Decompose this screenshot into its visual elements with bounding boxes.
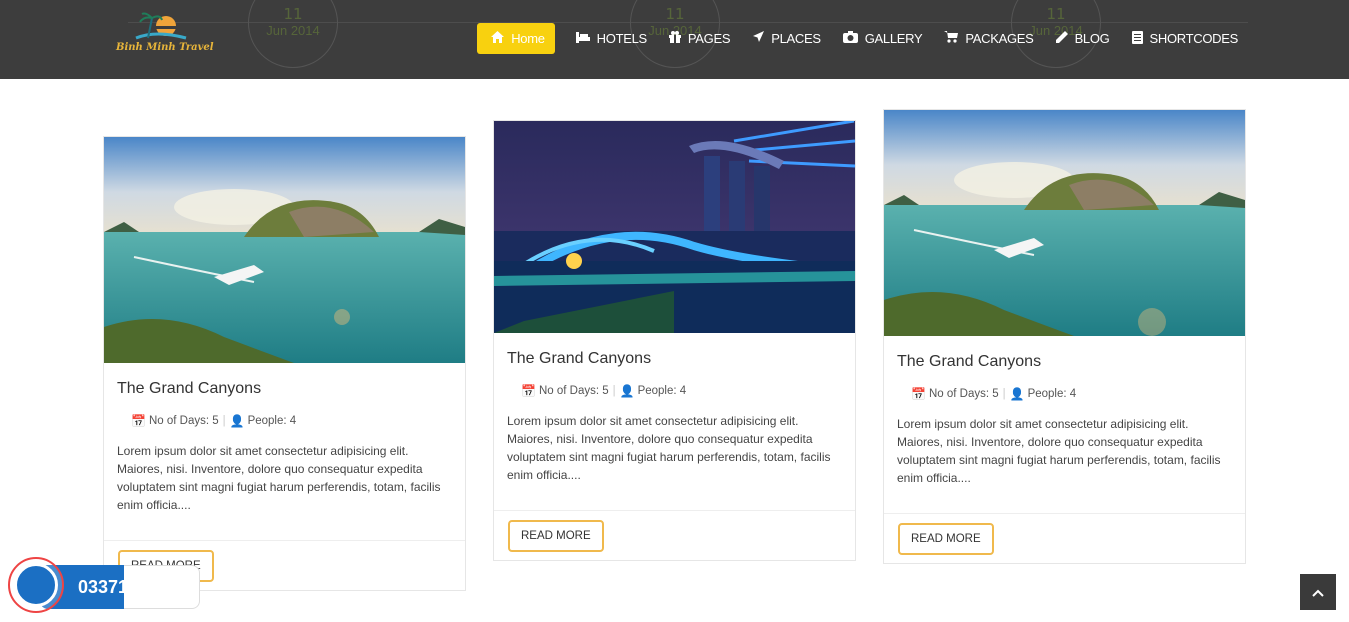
tour-meta: 📅 No of Days: 5 | 👤 People: 4 bbox=[117, 414, 452, 428]
date-day: 11 bbox=[1046, 5, 1066, 23]
calendar-icon: 📅 bbox=[131, 414, 146, 428]
days-label: No of Days: 5 bbox=[538, 385, 609, 397]
date-month: Jun 2014 bbox=[266, 23, 320, 38]
logo-sun-palm-icon bbox=[135, 12, 187, 40]
main-nav: Home HOTELS PAGES PLACES GALLERY PACKAGE… bbox=[477, 23, 1249, 54]
nav-pages[interactable]: PAGES bbox=[658, 23, 741, 54]
days-label: No of Days: 5 bbox=[928, 388, 999, 400]
nav-blog[interactable]: BLOG bbox=[1045, 23, 1121, 54]
nav-label: PLACES bbox=[771, 31, 821, 46]
meta-separator: | bbox=[612, 385, 616, 397]
tour-card: The Grand Canyons 📅 No of Days: 5 | 👤 Pe… bbox=[103, 136, 466, 591]
tour-title[interactable]: The Grand Canyons bbox=[507, 350, 842, 368]
bed-icon bbox=[575, 31, 590, 46]
camera-icon bbox=[842, 31, 858, 46]
site-logo[interactable]: Binh Minh Travel bbox=[116, 8, 214, 58]
card-footer: READ MORE bbox=[494, 510, 855, 560]
nav-label: PAGES bbox=[687, 31, 731, 46]
chevron-up-icon bbox=[1312, 584, 1324, 600]
read-more-button[interactable]: READ MORE bbox=[898, 523, 994, 555]
nav-label: SHORTCODES bbox=[1149, 31, 1239, 46]
user-icon: 👤 bbox=[229, 414, 245, 428]
date-badge: 11 Jun 2014 bbox=[248, 0, 338, 68]
site-header: 11 Jun 2014 11 Jun 2014 11 Jun 2014 Binh… bbox=[0, 0, 1349, 79]
tour-card: The Grand Canyons 📅 No of Days: 5 | 👤 Pe… bbox=[883, 109, 1246, 564]
nav-hotels[interactable]: HOTELS bbox=[565, 23, 658, 54]
tour-photo-bay[interactable] bbox=[104, 137, 465, 363]
nav-packages[interactable]: PACKAGES bbox=[933, 23, 1044, 54]
logo-text: Binh Minh Travel bbox=[116, 42, 214, 53]
tour-card: The Grand Canyons 📅 No of Days: 5 | 👤 Pe… bbox=[493, 120, 856, 561]
gift-icon bbox=[668, 31, 681, 46]
meta-separator: | bbox=[1002, 388, 1006, 400]
call-widget[interactable]: 03371 bbox=[8, 557, 200, 613]
people-label: People: 4 bbox=[637, 385, 687, 397]
calendar-icon: 📅 bbox=[911, 387, 926, 401]
tour-title[interactable]: The Grand Canyons bbox=[117, 380, 452, 398]
meta-separator: | bbox=[222, 415, 226, 427]
nav-home[interactable]: Home bbox=[477, 23, 555, 54]
nav-gallery[interactable]: GALLERY bbox=[832, 23, 934, 54]
nav-label: Home bbox=[511, 31, 545, 46]
user-icon: 👤 bbox=[619, 384, 635, 398]
phone-icon[interactable] bbox=[14, 563, 58, 607]
tour-photo-bay[interactable] bbox=[884, 110, 1245, 336]
tour-photo-city[interactable] bbox=[494, 121, 855, 333]
cart-icon bbox=[944, 31, 959, 46]
nav-shortcodes[interactable]: SHORTCODES bbox=[1121, 23, 1250, 54]
nav-places[interactable]: PLACES bbox=[741, 23, 832, 54]
plane-icon bbox=[752, 31, 765, 46]
tour-description: Lorem ipsum dolor sit amet consectetur a… bbox=[117, 444, 441, 512]
tour-description: Lorem ipsum dolor sit amet consectetur a… bbox=[897, 417, 1221, 485]
calendar-icon: 📅 bbox=[521, 384, 536, 398]
card-footer: READ MORE bbox=[884, 513, 1245, 563]
nav-label: BLOG bbox=[1074, 31, 1110, 46]
nav-label: GALLERY bbox=[864, 31, 923, 46]
days-label: No of Days: 5 bbox=[148, 415, 219, 427]
scroll-top-button[interactable] bbox=[1300, 574, 1336, 610]
tour-description: Lorem ipsum dolor sit amet consectetur a… bbox=[507, 414, 831, 482]
date-day: 11 bbox=[665, 5, 685, 23]
user-icon: 👤 bbox=[1009, 387, 1025, 401]
nav-label: PACKAGES bbox=[965, 31, 1034, 46]
tour-meta: 📅 No of Days: 5 | 👤 People: 4 bbox=[897, 387, 1232, 401]
people-label: People: 4 bbox=[247, 415, 297, 427]
nav-label: HOTELS bbox=[596, 31, 648, 46]
date-day: 11 bbox=[283, 5, 303, 23]
tour-title[interactable]: The Grand Canyons bbox=[897, 353, 1232, 371]
list-icon bbox=[1131, 30, 1143, 47]
pencil-icon bbox=[1055, 31, 1068, 46]
people-label: People: 4 bbox=[1027, 388, 1077, 400]
home-icon bbox=[491, 31, 505, 46]
tour-meta: 📅 No of Days: 5 | 👤 People: 4 bbox=[507, 384, 842, 398]
read-more-button[interactable]: READ MORE bbox=[508, 520, 604, 552]
